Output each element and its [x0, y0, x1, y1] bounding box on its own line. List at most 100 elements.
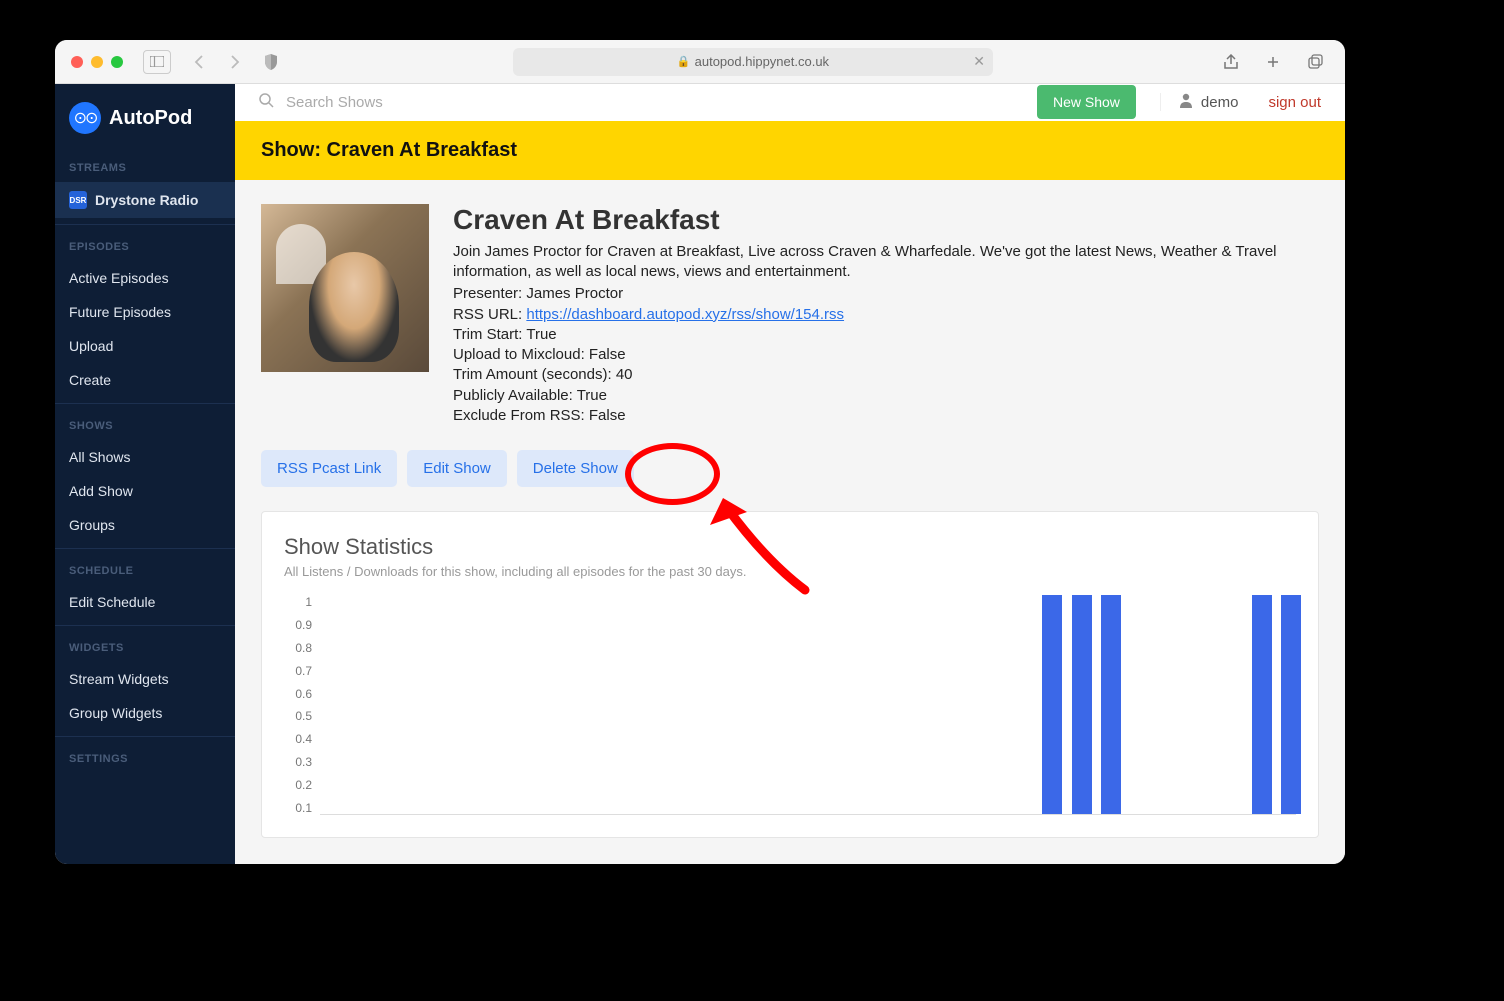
- show-detail: Craven At Breakfast Join James Proctor f…: [235, 180, 1345, 450]
- share-icon[interactable]: [1217, 50, 1245, 74]
- nav-header-episodes: EPISODES: [55, 231, 235, 261]
- logo-icon: ⊙⊙: [69, 102, 101, 134]
- delete-show-button[interactable]: Delete Show: [517, 450, 634, 487]
- show-exclude-rss: Exclude From RSS: False: [453, 406, 1319, 426]
- edit-show-button[interactable]: Edit Show: [407, 450, 507, 487]
- sidebar-item-drystone-radio[interactable]: DSR Drystone Radio: [55, 182, 235, 218]
- nav-divider: [55, 548, 235, 549]
- nav-divider: [55, 403, 235, 404]
- window-controls: [71, 56, 123, 68]
- main-content: New Show demo sign out Show: Craven At B…: [235, 84, 1345, 864]
- show-title: Craven At Breakfast: [453, 204, 1319, 236]
- show-presenter: Presenter: James Proctor: [453, 284, 1319, 304]
- show-trim-start: Trim Start: True: [453, 325, 1319, 345]
- sidebar-item-upload[interactable]: Upload: [55, 329, 235, 363]
- y-tick: 1: [305, 595, 312, 609]
- y-tick: 0.6: [295, 687, 312, 701]
- y-tick: 0.2: [295, 778, 312, 792]
- sidebar-item-stream-widgets[interactable]: Stream Widgets: [55, 662, 235, 696]
- search-input[interactable]: [286, 94, 1025, 111]
- app-logo[interactable]: ⊙⊙ AutoPod: [55, 84, 235, 152]
- rss-link[interactable]: https://dashboard.autopod.xyz/rss/show/1…: [526, 306, 844, 323]
- action-buttons: RSS Pcast Link Edit Show Delete Show: [235, 450, 1345, 511]
- sidebar-toggle-icon[interactable]: [143, 50, 171, 74]
- username-label: demo: [1201, 94, 1239, 111]
- back-button[interactable]: [185, 50, 213, 74]
- nav-header-streams: STREAMS: [55, 152, 235, 182]
- tabs-icon[interactable]: [1301, 50, 1329, 74]
- nav-label: Edit Schedule: [69, 594, 155, 610]
- maximize-window-button[interactable]: [111, 56, 123, 68]
- rss-pcast-link-button[interactable]: RSS Pcast Link: [261, 450, 397, 487]
- sidebar-item-add-show[interactable]: Add Show: [55, 474, 235, 508]
- chart-bar: [1042, 595, 1062, 814]
- stats-card: Show Statistics All Listens / Downloads …: [261, 511, 1319, 838]
- nav-label: Groups: [69, 517, 115, 533]
- show-publicly: Publicly Available: True: [453, 386, 1319, 406]
- clear-url-icon[interactable]: ✕: [973, 53, 985, 70]
- nav-header-shows: SHOWS: [55, 410, 235, 440]
- top-bar: New Show demo sign out: [235, 84, 1345, 121]
- y-tick: 0.7: [295, 664, 312, 678]
- y-tick: 0.5: [295, 709, 312, 723]
- nav-label: All Shows: [69, 449, 130, 465]
- browser-toolbar: 🔒 autopod.hippynet.co.uk ✕: [55, 40, 1345, 84]
- nav-label: Active Episodes: [69, 270, 169, 286]
- nav-header-widgets: WIDGETS: [55, 632, 235, 662]
- y-tick: 0.1: [295, 801, 312, 815]
- nav-label: Stream Widgets: [69, 671, 169, 687]
- nav-divider: [55, 736, 235, 737]
- show-info: Craven At Breakfast Join James Proctor f…: [453, 204, 1319, 426]
- show-mixcloud: Upload to Mixcloud: False: [453, 345, 1319, 365]
- stats-title: Show Statistics: [284, 534, 1296, 560]
- new-show-button[interactable]: New Show: [1037, 85, 1136, 119]
- annotation-circle: [625, 443, 720, 505]
- stream-badge-icon: DSR: [69, 191, 87, 209]
- nav-label: Upload: [69, 338, 113, 354]
- url-bar[interactable]: 🔒 autopod.hippynet.co.uk ✕: [513, 48, 993, 76]
- close-window-button[interactable]: [71, 56, 83, 68]
- sidebar-item-active-episodes[interactable]: Active Episodes: [55, 261, 235, 295]
- stats-subtitle: All Listens / Downloads for this show, i…: [284, 564, 1296, 579]
- chart: 1 0.9 0.8 0.7 0.6 0.5 0.4 0.3 0.2 0.1: [284, 595, 1296, 815]
- page-banner: Show: Craven At Breakfast: [235, 121, 1345, 180]
- new-tab-icon[interactable]: [1259, 50, 1287, 74]
- sidebar-item-all-shows[interactable]: All Shows: [55, 440, 235, 474]
- sidebar-item-group-widgets[interactable]: Group Widgets: [55, 696, 235, 730]
- chart-bar: [1281, 595, 1301, 814]
- y-tick: 0.3: [295, 755, 312, 769]
- user-menu[interactable]: demo: [1160, 93, 1239, 111]
- search-icon: [259, 93, 274, 112]
- y-tick: 0.9: [295, 618, 312, 632]
- y-tick: 0.8: [295, 641, 312, 655]
- sidebar-item-edit-schedule[interactable]: Edit Schedule: [55, 585, 235, 619]
- signout-link[interactable]: sign out: [1268, 94, 1321, 111]
- nav-label: Group Widgets: [69, 705, 162, 721]
- nav-label: Drystone Radio: [95, 192, 198, 208]
- logo-text: AutoPod: [109, 107, 192, 130]
- user-icon: [1179, 93, 1193, 111]
- nav-label: Create: [69, 372, 111, 388]
- browser-window: 🔒 autopod.hippynet.co.uk ✕ ⊙⊙ AutoPod: [55, 40, 1345, 864]
- forward-button[interactable]: [221, 50, 249, 74]
- nav-divider: [55, 625, 235, 626]
- nav-label: Add Show: [69, 483, 133, 499]
- sidebar-item-create[interactable]: Create: [55, 363, 235, 397]
- show-description: Join James Proctor for Craven at Breakfa…: [453, 242, 1319, 283]
- shield-icon[interactable]: [257, 50, 285, 74]
- chart-bar: [1072, 595, 1092, 814]
- chart-bar: [1101, 595, 1121, 814]
- sidebar-item-groups[interactable]: Groups: [55, 508, 235, 542]
- app-sidebar: ⊙⊙ AutoPod STREAMS DSR Drystone Radio EP…: [55, 84, 235, 864]
- chart-y-axis: 1 0.9 0.8 0.7 0.6 0.5 0.4 0.3 0.2 0.1: [284, 595, 320, 815]
- url-text: autopod.hippynet.co.uk: [695, 54, 829, 69]
- nav-header-settings: SETTINGS: [55, 743, 235, 773]
- chart-bar: [1252, 595, 1272, 814]
- chart-area: [320, 595, 1296, 815]
- nav-header-schedule: SCHEDULE: [55, 555, 235, 585]
- y-tick: 0.4: [295, 732, 312, 746]
- nav-divider: [55, 224, 235, 225]
- minimize-window-button[interactable]: [91, 56, 103, 68]
- nav-label: Future Episodes: [69, 304, 171, 320]
- sidebar-item-future-episodes[interactable]: Future Episodes: [55, 295, 235, 329]
